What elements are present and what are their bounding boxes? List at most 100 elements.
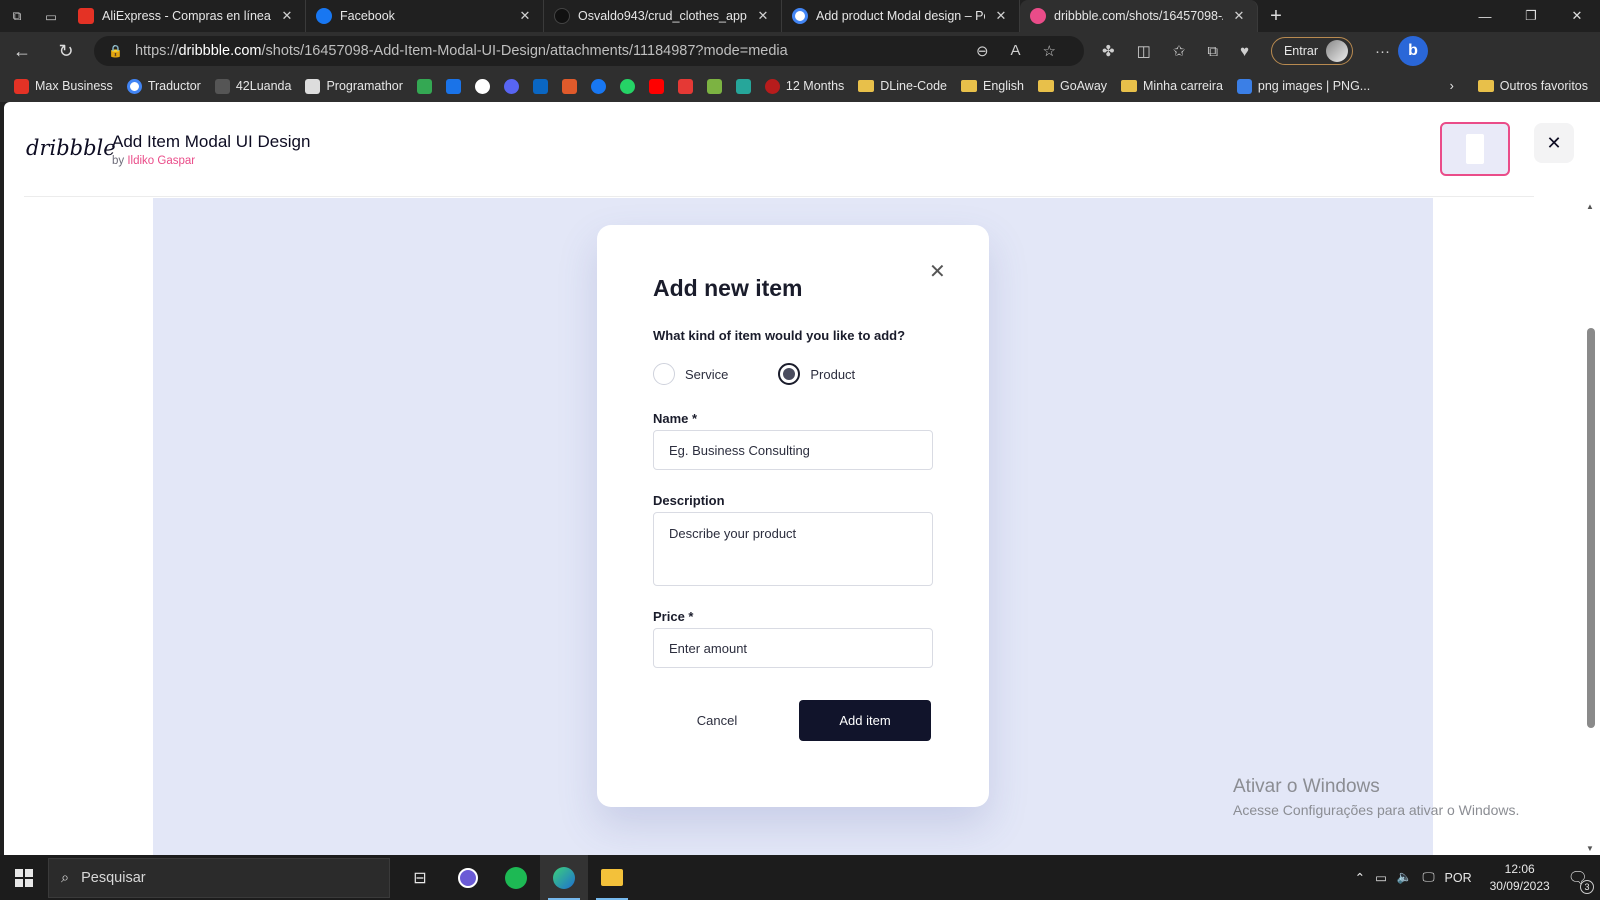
bookmark-label: Traductor <box>147 79 201 93</box>
app-icon-purple[interactable] <box>444 855 492 900</box>
browser-tab-active[interactable]: dribbble.com/shots/16457098-A ✕ <box>1020 0 1258 32</box>
bookmark-42luanda[interactable]: 42Luanda <box>214 78 291 94</box>
item-type-question: What kind of item would you like to add? <box>653 328 906 343</box>
chevron-up-icon[interactable]: ⌃ <box>1355 870 1365 885</box>
taskbar-search[interactable]: ⌕ Pesquisar <box>48 857 390 898</box>
github-icon[interactable] <box>474 78 490 94</box>
file-explorer-icon[interactable] <box>588 855 636 900</box>
item-type-options: Service Product <box>653 363 855 385</box>
name-input[interactable]: Eg. Business Consulting <box>653 430 933 470</box>
bookmarks-bar: Max Business Traductor 42Luanda Programa… <box>0 70 1600 102</box>
cancel-button[interactable]: Cancel <box>657 700 777 740</box>
bing-copilot-icon[interactable]: b <box>1398 36 1429 66</box>
close-tab-icon[interactable]: ✕ <box>517 8 533 24</box>
bookmark-max-business[interactable]: Max Business <box>14 78 113 94</box>
favorite-star-icon[interactable]: ☆ <box>1043 42 1056 60</box>
extensions-icon[interactable]: ✤ <box>1102 42 1115 60</box>
radio-circle[interactable] <box>653 363 675 385</box>
facebook-icon[interactable] <box>590 78 606 94</box>
close-tab-icon[interactable]: ✕ <box>279 8 295 24</box>
performance-icon[interactable]: ♥ <box>1240 43 1249 60</box>
dribbble-logo[interactable]: dribbble <box>26 136 116 160</box>
start-button[interactable] <box>0 868 48 887</box>
attachment-thumbnail[interactable] <box>1440 122 1510 176</box>
folder-icon <box>1038 80 1054 92</box>
browser-tab[interactable]: AliExpress - Compras en línea pa ✕ <box>68 0 306 32</box>
bookmark-folder-english[interactable]: English <box>961 79 1024 93</box>
bookmark-folder-minha-carreira[interactable]: Minha carreira <box>1121 79 1223 93</box>
bookmark-icon[interactable] <box>445 78 461 94</box>
folder-icon <box>1121 80 1138 92</box>
spotify-icon[interactable] <box>492 855 540 900</box>
radio-circle-selected[interactable] <box>778 363 801 385</box>
close-window-icon[interactable]: ✕ <box>1554 0 1600 32</box>
radio-product[interactable]: Product <box>778 363 855 385</box>
description-textarea[interactable]: Describe your product <box>653 512 933 586</box>
edge-icon[interactable] <box>540 855 588 900</box>
browser-tab[interactable]: Osvaldo943/crud_clothes_app ✕ <box>544 0 782 32</box>
notifications-icon[interactable]: 🗨 3 <box>1568 868 1594 894</box>
name-placeholder: Eg. Business Consulting <box>669 442 810 458</box>
close-tab-icon[interactable]: ✕ <box>1231 8 1247 24</box>
scrollbar[interactable]: ▲ ▼ <box>1584 198 1598 855</box>
workspaces-icon[interactable]: ⧉ <box>0 0 34 32</box>
restore-icon[interactable]: ❐ <box>1508 0 1554 32</box>
battery-icon[interactable]: ▭ <box>1375 870 1387 885</box>
browser-tab[interactable]: Facebook ✕ <box>306 0 544 32</box>
tab-title: Osvaldo943/crud_clothes_app <box>578 9 747 23</box>
back-icon[interactable]: ← <box>0 41 44 62</box>
close-icon[interactable]: ✕ <box>929 259 946 284</box>
scroll-up-icon[interactable]: ▲ <box>1586 202 1594 211</box>
bookmark-png-images[interactable]: png images | PNG... <box>1236 78 1370 94</box>
zoom-icon[interactable]: ⊖ <box>976 42 989 60</box>
chevron-right-icon[interactable]: › <box>1450 79 1454 93</box>
volume-icon[interactable]: 🔈 <box>1397 870 1413 885</box>
browser-tab[interactable]: Add product Modal design – Pes ✕ <box>782 0 1020 32</box>
bookmark-folder-goaway[interactable]: GoAway <box>1038 79 1107 93</box>
author-link[interactable]: Ildiko Gaspar <box>127 155 195 167</box>
bookmark-label: 12 Months <box>785 79 845 93</box>
price-input[interactable]: Enter amount <box>653 628 933 668</box>
language-indicator[interactable]: POR <box>1445 871 1472 885</box>
scroll-thumb[interactable] <box>1587 328 1595 728</box>
close-tab-icon[interactable]: ✕ <box>993 8 1009 24</box>
bookmark-12-months[interactable]: 12 Months <box>764 78 845 94</box>
add-item-button[interactable]: Add item <box>799 700 931 741</box>
bookmark-label: Max Business <box>35 79 113 93</box>
d-icon[interactable] <box>735 78 751 94</box>
radio-service[interactable]: Service <box>653 363 728 385</box>
more-menu-icon[interactable]: ··· <box>1375 43 1390 60</box>
close-shot-button[interactable]: ✕ <box>1534 123 1574 163</box>
minimize-icon[interactable]: — <box>1462 0 1508 32</box>
bookmark-programathor[interactable]: Programathor <box>305 78 403 94</box>
scroll-down-icon[interactable]: ▼ <box>1586 844 1594 853</box>
youtube-icon[interactable] <box>648 78 664 94</box>
close-tab-icon[interactable]: ✕ <box>755 8 771 24</box>
linkedin-icon[interactable] <box>532 78 548 94</box>
url-field[interactable]: 🔒 https://dribbble.com/shots/16457098-Ad… <box>94 36 1084 66</box>
read-aloud-icon[interactable]: A <box>1011 42 1021 60</box>
bookmark-other-favorites[interactable]: Outros favoritos <box>1477 79 1588 93</box>
discord-icon[interactable] <box>503 78 519 94</box>
42luanda-icon <box>214 78 230 94</box>
close-icon: ✕ <box>1546 132 1562 153</box>
chart-icon[interactable] <box>561 78 577 94</box>
favorites-icon[interactable]: ✩ <box>1173 42 1186 60</box>
download-icon[interactable] <box>677 78 693 94</box>
sign-in-button[interactable]: Entrar <box>1270 37 1354 65</box>
download-green-icon[interactable] <box>706 78 722 94</box>
refresh-icon[interactable]: ↻ <box>44 41 88 62</box>
collections-icon[interactable]: ⧉ <box>1207 43 1218 60</box>
tab-actions-icon[interactable]: ▭ <box>34 0 68 32</box>
bookmark-traductor[interactable]: Traductor <box>126 78 201 94</box>
url-path: /shots/16457098-Add-Item-Modal-UI-Design… <box>261 43 788 59</box>
bookmark-folder-dline-code[interactable]: DLine-Code <box>858 79 947 93</box>
description-label: Description <box>653 493 725 508</box>
split-screen-icon[interactable]: ◫ <box>1137 42 1151 60</box>
task-view-icon[interactable]: ⊟ <box>396 855 444 900</box>
whatsapp-icon[interactable] <box>619 78 635 94</box>
clock[interactable]: 12:06 30/09/2023 <box>1490 861 1550 895</box>
bookmark-icon[interactable] <box>416 78 432 94</box>
network-icon[interactable]: 🖵 <box>1422 870 1434 885</box>
new-tab-icon[interactable]: + <box>1258 0 1294 32</box>
